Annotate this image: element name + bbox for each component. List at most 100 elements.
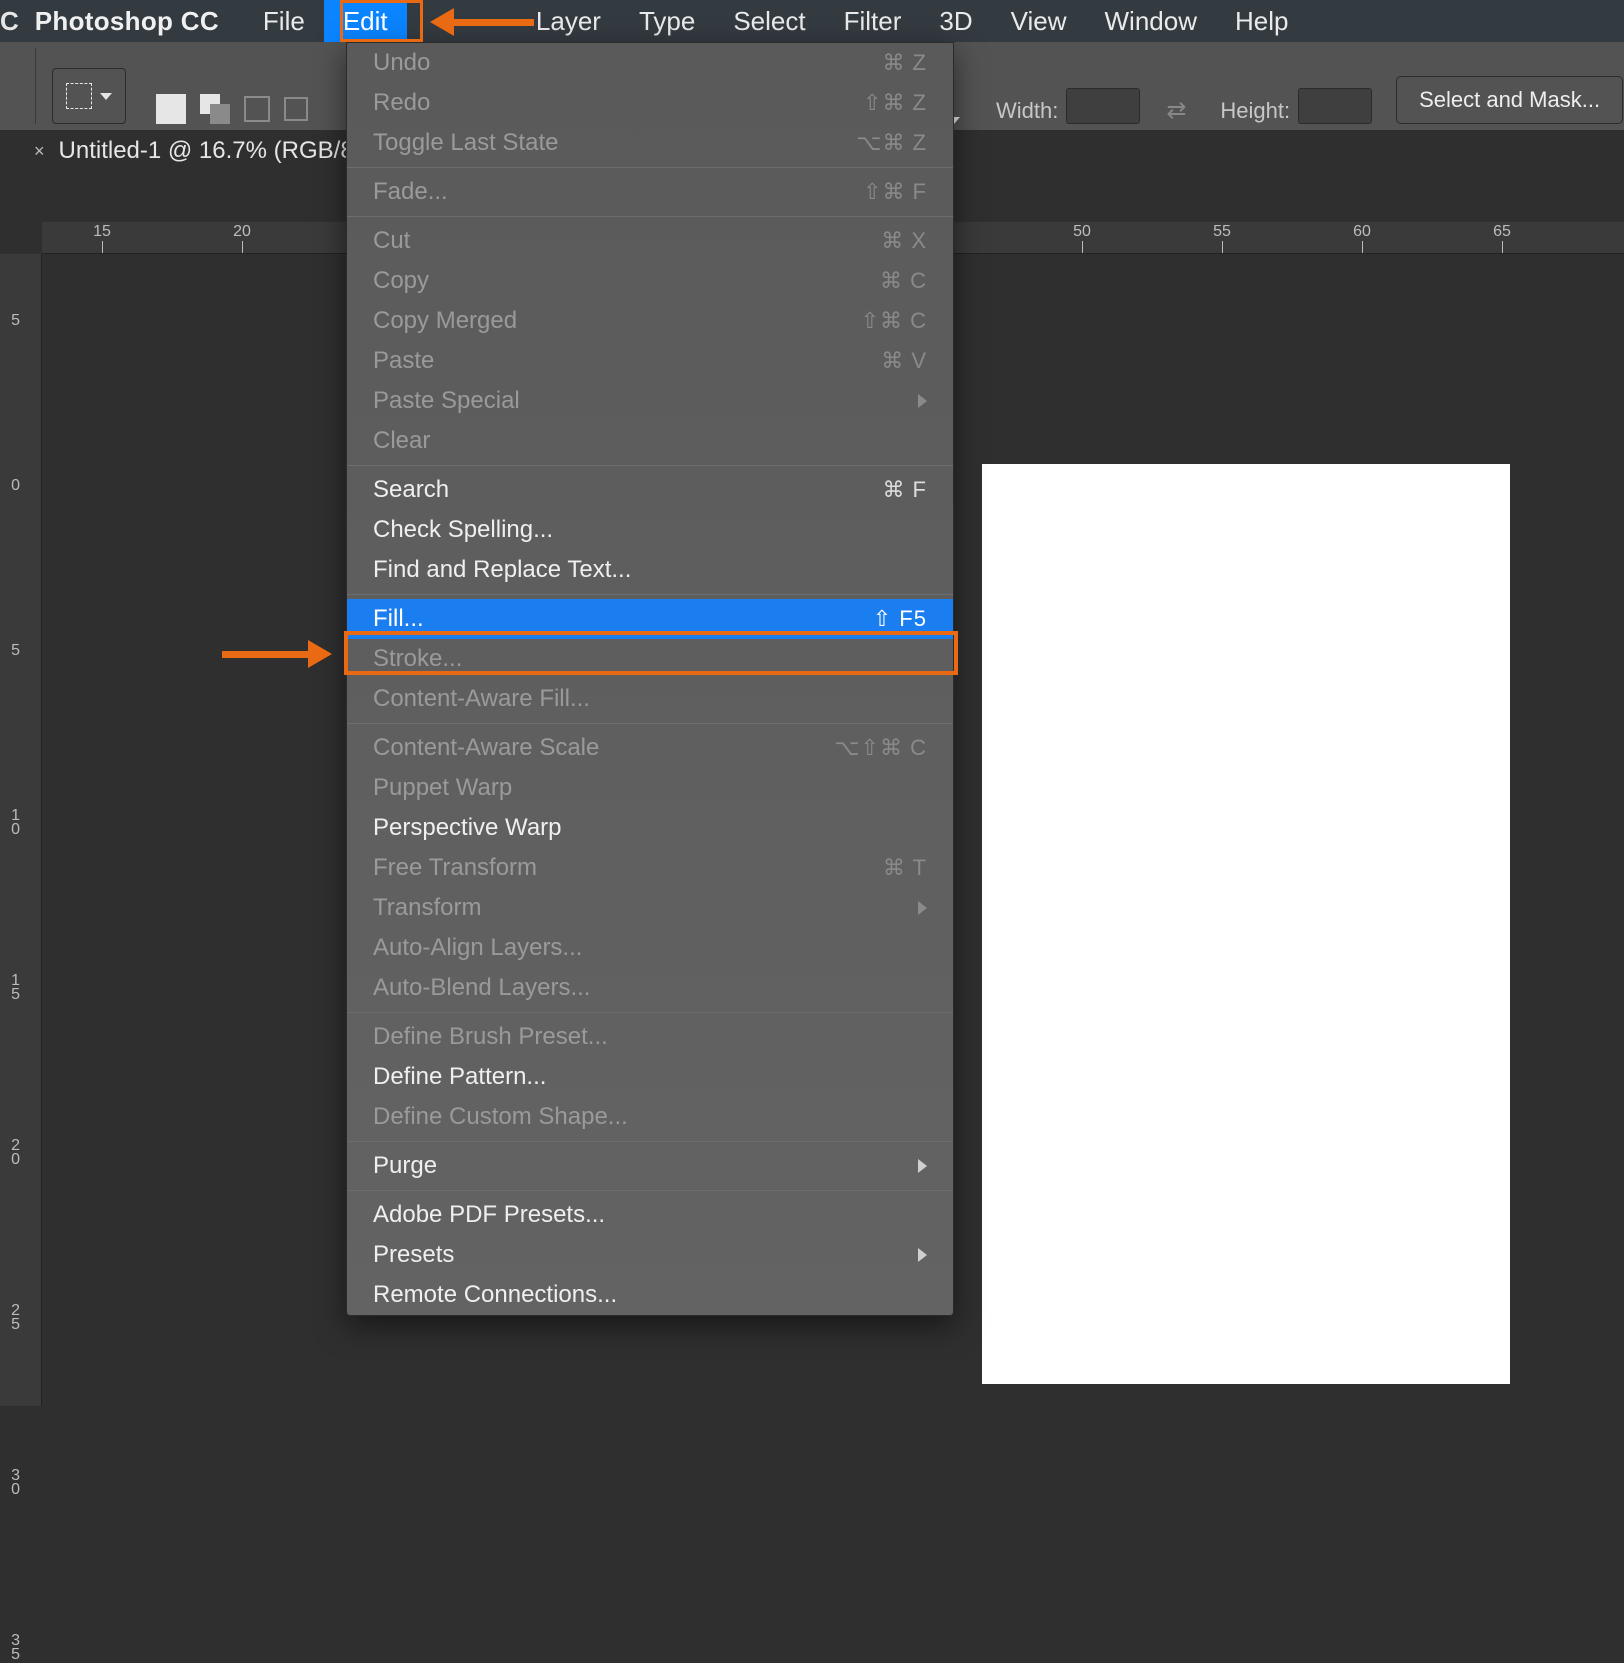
menu-item-define-custom-shape: Define Custom Shape... — [347, 1097, 953, 1137]
edit-menu-dropdown: Undo⌘ ZRedo⇧⌘ ZToggle Last State⌥⌘ ZFade… — [346, 42, 954, 1316]
menu-item-define-brush-preset: Define Brush Preset... — [347, 1017, 953, 1057]
menu-item-label: Transform — [373, 894, 481, 922]
menu-separator — [347, 465, 953, 466]
height-input[interactable] — [1298, 88, 1372, 124]
menu-separator — [347, 1190, 953, 1191]
ruler-v-label: 20 — [6, 1139, 20, 1167]
tool-preset-picker[interactable] — [52, 68, 126, 124]
menu-item-label: Define Brush Preset... — [373, 1023, 608, 1051]
ruler-v-label: 15 — [6, 974, 20, 1002]
menu-item-label: Remote Connections... — [373, 1281, 617, 1309]
selection-add-icon[interactable] — [200, 94, 230, 124]
menu-item-stroke: Stroke... — [347, 639, 953, 679]
menu-item-label: Cut — [373, 227, 410, 255]
menu-item-transform: Transform — [347, 888, 953, 928]
menu-item-perspective-warp[interactable]: Perspective Warp — [347, 808, 953, 848]
menu-item-search[interactable]: Search⌘ F — [347, 470, 953, 510]
menu-separator — [347, 723, 953, 724]
menu-item-label: Fill... — [373, 605, 424, 633]
menu-item-label: Define Custom Shape... — [373, 1103, 628, 1131]
menu-file[interactable]: File — [244, 0, 324, 42]
menu-item-label: Undo — [373, 49, 430, 77]
menu-item-free-transform: Free Transform ⌘ T — [347, 848, 953, 888]
menu-item-label: Toggle Last State — [373, 129, 558, 157]
menu-item-shortcut: ⇧ F5 — [873, 606, 927, 632]
menu-item-auto-blend-layers: Auto-Blend Layers... — [347, 968, 953, 1008]
menu-item-shortcut: ⌥⇧⌘ C — [834, 735, 927, 761]
menu-item-shortcut: ⌘ Z — [882, 50, 927, 76]
menu-item-label: Free Transform — [373, 854, 537, 882]
swap-dimensions-icon[interactable]: ⇄ — [1166, 96, 1194, 124]
menu-separator — [347, 167, 953, 168]
menu-item-remote-connections[interactable]: Remote Connections... — [347, 1275, 953, 1315]
menu-item-label: Redo — [373, 89, 430, 117]
ruler-v-label: 5 — [6, 644, 20, 658]
menu-item-presets[interactable]: Presets — [347, 1235, 953, 1275]
selection-intersect-icon[interactable] — [284, 97, 308, 121]
menu-item-label: Content-Aware Scale — [373, 734, 599, 762]
menu-layer[interactable]: Layer — [517, 0, 620, 42]
menu-item-shortcut: ⌘ F — [882, 477, 927, 503]
menu-type[interactable]: Type — [620, 0, 714, 42]
toolbar-handle[interactable] — [0, 48, 36, 124]
menu-help[interactable]: Help — [1216, 0, 1307, 42]
menu-item-label: Puppet Warp — [373, 774, 512, 802]
menu-edit[interactable]: Edit — [324, 0, 407, 42]
menu-view[interactable]: View — [992, 0, 1086, 42]
menu-item-check-spelling[interactable]: Check Spelling... — [347, 510, 953, 550]
ruler-v-label: 35 — [6, 1634, 20, 1662]
chevron-right-icon — [918, 1248, 927, 1262]
menu-item-label: Check Spelling... — [373, 516, 553, 544]
chevron-right-icon — [918, 1159, 927, 1173]
ruler-v-label: 25 — [6, 1304, 20, 1332]
ruler-v-label: 30 — [6, 1469, 20, 1497]
menu-item-label: Clear — [373, 427, 430, 455]
menu-item-fade: Fade...⇧⌘ F — [347, 172, 953, 212]
menu-item-label: Find and Replace Text... — [373, 556, 631, 584]
menu-select[interactable]: Select — [714, 0, 824, 42]
menu-separator — [347, 594, 953, 595]
selection-new-icon[interactable] — [156, 94, 186, 124]
menu-item-paste-special: Paste Special — [347, 381, 953, 421]
menu-item-copy-merged: Copy Merged⇧⌘ C — [347, 301, 953, 341]
ruler-h-label: 55 — [1213, 223, 1231, 241]
menu-item-content-aware-fill: Content-Aware Fill... — [347, 679, 953, 719]
menu-3d[interactable]: 3D — [920, 0, 991, 42]
menu-item-toggle-last-state: Toggle Last State ⌥⌘ Z — [347, 123, 953, 163]
menu-item-label: Content-Aware Fill... — [373, 685, 590, 713]
menu-item-clear: Clear — [347, 421, 953, 461]
menu-item-shortcut: ⌘ T — [883, 855, 927, 881]
width-input[interactable] — [1066, 88, 1140, 124]
ruler-v-label: 10 — [6, 809, 20, 837]
menu-item-fill[interactable]: Fill... ⇧ F5 — [347, 599, 953, 639]
app-name: Photoshop CC — [23, 6, 244, 37]
menu-item-auto-align-layers: Auto-Align Layers... — [347, 928, 953, 968]
ruler-v-label: 0 — [6, 479, 20, 493]
menu-item-purge[interactable]: Purge — [347, 1146, 953, 1186]
menu-separator — [347, 216, 953, 217]
select-and-mask-button[interactable]: Select and Mask... — [1396, 76, 1623, 124]
ruler-vertical: 505101520253035 — [0, 254, 42, 1406]
menu-filter[interactable]: Filter — [825, 0, 921, 42]
menu-window[interactable]: Window — [1086, 0, 1216, 42]
menu-item-label: Paste Special — [373, 387, 520, 415]
menu-item-adobe-pdf-presets[interactable]: Adobe PDF Presets... — [347, 1195, 953, 1235]
document-tab[interactable]: × Untitled-1 @ 16.7% (RGB/8) — [16, 127, 380, 176]
ruler-h-label: 50 — [1073, 223, 1091, 241]
menu-item-label: Auto-Align Layers... — [373, 934, 582, 962]
selection-subtract-icon[interactable] — [244, 96, 270, 122]
menu-item-puppet-warp: Puppet Warp — [347, 768, 953, 808]
menu-item-label: Purge — [373, 1152, 437, 1180]
menu-item-label: Presets — [373, 1241, 454, 1269]
menu-separator — [347, 1012, 953, 1013]
close-icon[interactable]: × — [34, 141, 45, 162]
menu-item-define-pattern[interactable]: Define Pattern... — [347, 1057, 953, 1097]
menu-item-paste: Paste⌘ V — [347, 341, 953, 381]
menu-item-find-and-replace-text[interactable]: Find and Replace Text... — [347, 550, 953, 590]
ruler-h-label: 20 — [233, 223, 251, 241]
selection-mode-group — [156, 94, 308, 124]
document-canvas[interactable] — [982, 464, 1510, 1384]
ruler-h-label: 65 — [1493, 223, 1511, 241]
marquee-icon — [66, 83, 92, 109]
menu-item-shortcut: ⌥⌘ Z — [856, 130, 927, 156]
